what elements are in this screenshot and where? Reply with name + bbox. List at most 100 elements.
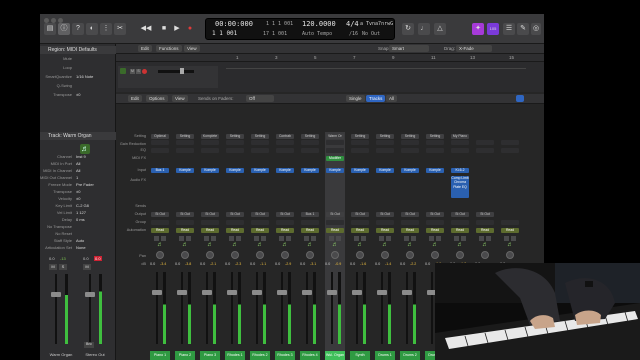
strip-solo-button[interactable] [211, 236, 216, 241]
track-row-value[interactable]: 1 [76, 175, 78, 180]
strip-automation[interactable]: Read [376, 228, 394, 233]
channel-strip[interactable]: Setting Komple St Out Read ♬ 0.0 -2.3 Rhodes 1 [225, 132, 245, 360]
strip-solo-button[interactable] [461, 236, 466, 241]
strip-solo-button[interactable] [261, 236, 266, 241]
strip-setting[interactable]: My Piano [451, 134, 469, 139]
pan-knob[interactable] [406, 251, 414, 259]
strip-eq[interactable] [201, 148, 219, 153]
strip-solo-button[interactable] [286, 236, 291, 241]
pan-knob[interactable] [431, 251, 439, 259]
strip-output[interactable]: St Out [276, 212, 294, 217]
region-row[interactable]: Mute [40, 56, 116, 64]
strip-output[interactable]: St Out [376, 212, 394, 217]
region-row-value[interactable]: ±0 [76, 92, 80, 97]
strip-solo-button[interactable] [311, 236, 316, 241]
strip-mute-button[interactable] [279, 236, 284, 241]
strip-eq[interactable] [501, 148, 519, 153]
rewind-icon[interactable]: ◀◀ [140, 23, 152, 35]
strip-output[interactable]: St Out [401, 212, 419, 217]
channel-strip[interactable]: Optimal Bus 1 St Out Read ♬ 0.0 -3.4 Piano 1 [150, 132, 170, 360]
list-editors-button[interactable]: ☰ [503, 23, 515, 35]
track-row[interactable]: No Reset [40, 231, 116, 238]
strip-automation[interactable]: Read [351, 228, 369, 233]
pan-knob[interactable] [231, 251, 239, 259]
track-mute-button[interactable]: M [130, 69, 135, 74]
strip-eq[interactable] [151, 148, 169, 153]
channel-strip[interactable]: Contrab Komple St Out Read ♬ 0.0 -2.9 Rhodes 3 [275, 132, 295, 360]
strip-output[interactable]: St Out [201, 212, 219, 217]
strip-group[interactable] [301, 220, 319, 225]
strip-solo-button[interactable] [361, 236, 366, 241]
strip-eq[interactable] [351, 148, 369, 153]
strip-setting[interactable]: Contrab [276, 134, 294, 139]
strip-name[interactable]: Drums 1 [375, 351, 395, 360]
strip-automation[interactable]: Read [476, 228, 494, 233]
strip-solo-button[interactable] [486, 236, 491, 241]
channel-strip[interactable]: Setting Komple St Out Read ♬ 0.0 -1.1 Rhodes 2 [250, 132, 270, 360]
strip-input[interactable]: Komple [301, 168, 319, 173]
strip-output[interactable]: St Out [251, 212, 269, 217]
inspector-solo-button[interactable]: S [59, 264, 67, 270]
strip-solo-button[interactable] [511, 236, 516, 241]
user-badge[interactable]: ✦ [472, 23, 484, 35]
strip-name[interactable]: Rhodes 3 [275, 351, 295, 360]
strip-automation[interactable]: Read [226, 228, 244, 233]
strip-group[interactable] [376, 220, 394, 225]
channel-strip[interactable]: Setting Komple St Out Read ♬ 0.0 -2.2 Drums 2 [400, 132, 420, 360]
strip-input[interactable]: Komple [401, 168, 419, 173]
output-mute-button[interactable]: M [83, 264, 91, 270]
cycle-button[interactable]: ↻ [402, 23, 414, 35]
strip-group[interactable] [501, 220, 519, 225]
region-row[interactable]: SmartQuantize 1/16 Note [40, 74, 116, 82]
strip-solo-button[interactable] [436, 236, 441, 241]
strip-mute-button[interactable] [304, 236, 309, 241]
strip-mute-button[interactable] [404, 236, 409, 241]
view-menu[interactable]: View [184, 45, 200, 52]
track-row-value[interactable]: 0 ms [76, 217, 85, 222]
strip-name[interactable]: Drums 2 [400, 351, 420, 360]
strip-group[interactable] [476, 220, 494, 225]
track-row[interactable]: Channel Inst 9 [40, 154, 116, 161]
strip-eq[interactable] [226, 148, 244, 153]
strip-automation[interactable]: Read [201, 228, 219, 233]
strip-solo-button[interactable] [411, 236, 416, 241]
track-volume-knob[interactable] [180, 68, 184, 74]
strip-input[interactable]: Komple [426, 168, 444, 173]
strip-mute-button[interactable] [254, 236, 259, 241]
track-row[interactable]: Freeze Mode Pre Fader [40, 182, 116, 189]
strip-output[interactable]: St Out [176, 212, 194, 217]
library-button[interactable]: ▤ [44, 23, 56, 35]
strip-output[interactable]: Bus 1 [301, 212, 319, 217]
editors-button[interactable]: ✂ [114, 23, 126, 35]
strip-setting[interactable]: Setting [226, 134, 244, 139]
output-fader-cap[interactable] [85, 292, 95, 297]
notepad-button[interactable]: ✎ [517, 23, 529, 35]
region-row[interactable]: Transpose ±0 [40, 92, 116, 100]
inspector-fader-cap[interactable] [51, 292, 61, 297]
channel-strip[interactable]: Setting Komple St Out Read ♬ 0.0 -3.8 Piano 2 [175, 132, 195, 360]
strip-setting[interactable]: Warm Or [326, 134, 344, 139]
fader-cap[interactable] [302, 290, 312, 295]
track-row[interactable]: Delay 0 ms [40, 217, 116, 224]
tab-tracks[interactable]: Tracks [366, 95, 386, 102]
strip-output[interactable]: St Out [351, 212, 369, 217]
strip-group[interactable] [276, 220, 294, 225]
track-row-value[interactable]: All [76, 161, 80, 166]
fader-cap[interactable] [202, 290, 212, 295]
tab-single[interactable]: Single [346, 95, 365, 102]
strip-eq[interactable] [326, 148, 344, 153]
strip-setting[interactable]: Setting [351, 134, 369, 139]
strip-group[interactable] [176, 220, 194, 225]
track-header[interactable]: M S [118, 66, 218, 88]
strip-group[interactable] [401, 220, 419, 225]
strip-automation[interactable]: Read [151, 228, 169, 233]
play-icon[interactable]: ▶ [171, 23, 183, 35]
pan-knob[interactable] [481, 251, 489, 259]
pan-knob[interactable] [331, 251, 339, 259]
fader-cap[interactable] [227, 290, 237, 295]
pan-knob[interactable] [381, 251, 389, 259]
strip-eq[interactable] [301, 148, 319, 153]
loop-browser-button[interactable]: ◎ [531, 23, 541, 35]
strip-group[interactable] [226, 220, 244, 225]
strip-midi-fx[interactable]: Modifier [326, 156, 344, 161]
